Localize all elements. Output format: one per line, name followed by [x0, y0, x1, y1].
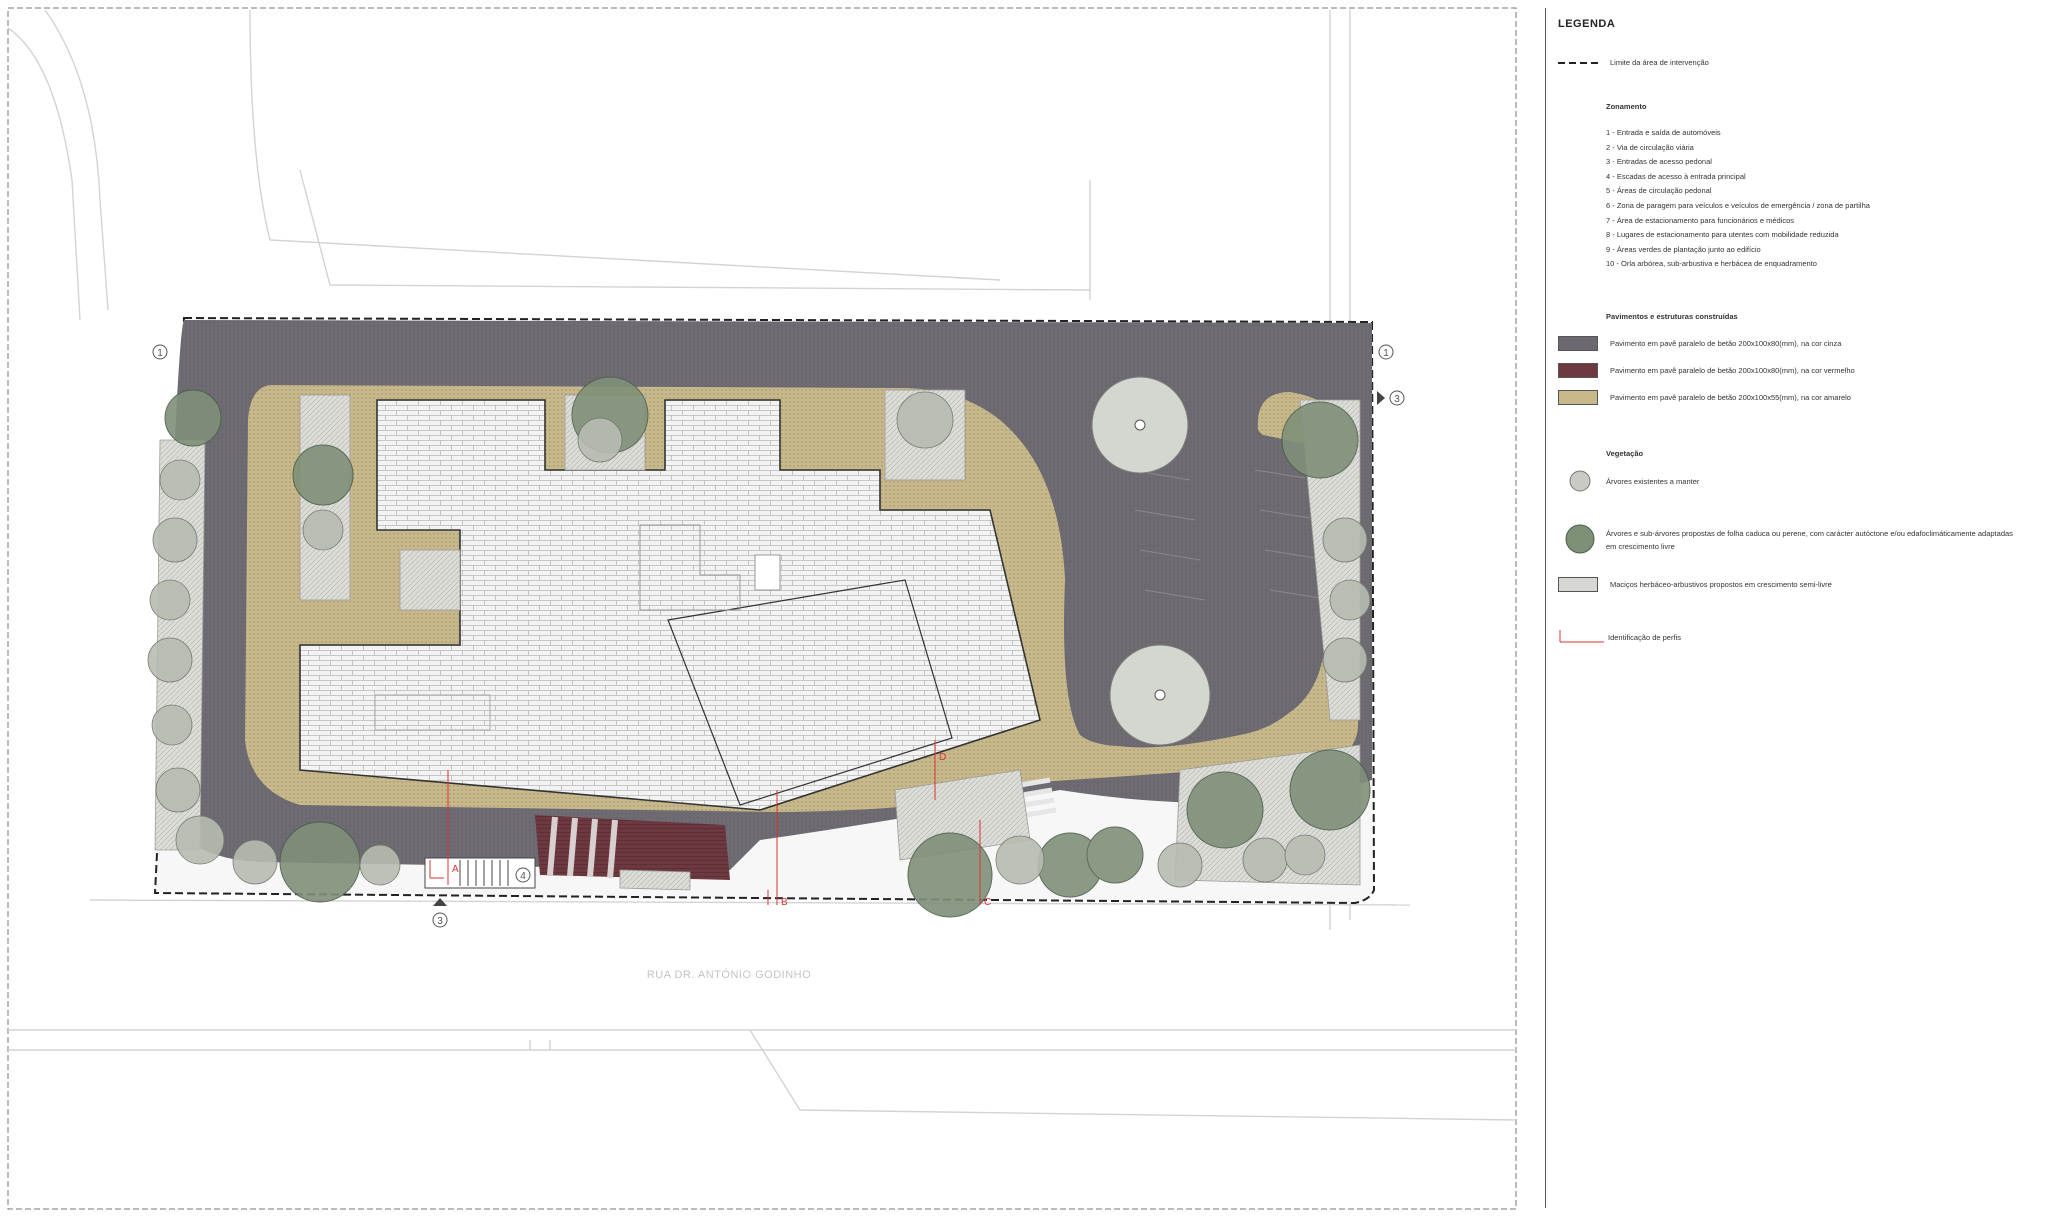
profile-d: D — [939, 752, 946, 763]
profile-b: B — [781, 897, 788, 908]
zoning-item-6: 6 - Zona de paragem para veículos e veíc… — [1606, 200, 1870, 210]
proposed-tree-symbol — [1565, 524, 1595, 554]
zoning-list: 1 - Entrada e saída de automóveis 2 - Vi… — [1606, 126, 1870, 272]
pavement-yellow: Pavimento em pavê paralelo de betão 200x… — [1558, 390, 1851, 405]
site-plan-drawing: 1 1 3 3 4 A B C D RUA DR. ANTÓNIO GODINH… — [7, 7, 1517, 1210]
vegetation-heading: Vegetação — [1606, 449, 1644, 458]
zoning-item-1: 1 - Entrada e saída de automóveis — [1606, 128, 1721, 137]
profile-label: Identificação de perfis — [1608, 632, 1681, 642]
swatch-yellow — [1558, 390, 1598, 405]
building-skylight — [754, 554, 781, 591]
zoning-item-7: 7 - Área de estacionamento para funcioná… — [1606, 215, 1795, 225]
pavement-grey-label: Pavimento em pavê paralelo de betão 200x… — [1610, 339, 1842, 348]
marker-4-stairs: 4 — [520, 871, 526, 882]
boundary-legend: Limite da área de intervenção — [1558, 58, 1709, 67]
dashed-line-symbol — [1558, 61, 1602, 64]
zoning-item-5: 5 - Áreas de circulação pedonal — [1606, 186, 1712, 196]
street-name: RUA DR. ANTÓNIO GODINHO — [647, 968, 811, 981]
marker-3-east: 3 — [1394, 394, 1400, 405]
profile-legend: Identificação de perfis — [1558, 630, 1681, 644]
pavement-grey: Pavimento em pavê paralelo de betão 200x… — [1558, 336, 1841, 351]
swatch-red — [1558, 363, 1598, 378]
zoning-item-4: 4 - Escadas de acesso à entrada principa… — [1606, 171, 1746, 181]
zoning-item-3: 3 - Entradas de acesso pedonal — [1606, 157, 1712, 167]
pavement-yellow-label: Pavimento em pavê paralelo de betão 200x… — [1610, 393, 1851, 402]
vegetation-proposed-label: Árvores e sub-árvores propostas de folha… — [1606, 529, 2013, 551]
marker-1-east: 1 — [1383, 348, 1389, 359]
profile-symbol — [1559, 630, 1604, 643]
vegetation-existing-label: Árvores existentes a manter — [1606, 476, 1700, 486]
pavement-red: Pavimento em pavê paralelo de betão 200x… — [1558, 363, 1855, 378]
profile-c: C — [984, 897, 991, 908]
swatch-shrubs — [1558, 577, 1598, 592]
swatch-grey — [1558, 336, 1598, 351]
profile-a: A — [452, 864, 459, 875]
legend-title: LEGENDA — [1558, 18, 1616, 30]
zoning-item-8: 8 - Lugares de estacionamento para utent… — [1606, 230, 1839, 240]
vegetation-shrubs-label: Maciços herbáceo-arbustivos propostos em… — [1610, 580, 1832, 589]
legend-divider — [1545, 8, 1546, 1208]
site-plan: 1 1 3 3 4 A B C D RUA DR. ANTÓNIO GODINH… — [0, 0, 1530, 1217]
zoning-item-9: 9 - Áreas verdes de plantação junto ao e… — [1606, 244, 1761, 254]
zoning-item-2: 2 - Via de circulação viária — [1606, 142, 1694, 152]
vegetation-existing: Árvores existentes a manter — [1568, 469, 1699, 493]
zoning-item-10: 10 - Orla arbórea, sub-arbustiva e herbá… — [1606, 259, 1817, 269]
existing-tree-symbol — [1569, 470, 1591, 492]
zoning-heading: Zonamento — [1606, 102, 1647, 111]
pavement-red-label: Pavimento em pavê paralelo de betão 200x… — [1610, 366, 1855, 375]
boundary-label: Limite da área de intervenção — [1610, 58, 1709, 67]
pavement-heading: Pavimentos e estruturas construídas — [1606, 312, 1738, 321]
marker-1-west: 1 — [157, 348, 163, 359]
vegetation-shrubs: Maciços herbáceo-arbustivos propostos em… — [1558, 577, 1832, 592]
marker-3-south: 3 — [437, 916, 443, 927]
vegetation-proposed: Árvores e sub-árvores propostas de folha… — [1564, 523, 2016, 555]
